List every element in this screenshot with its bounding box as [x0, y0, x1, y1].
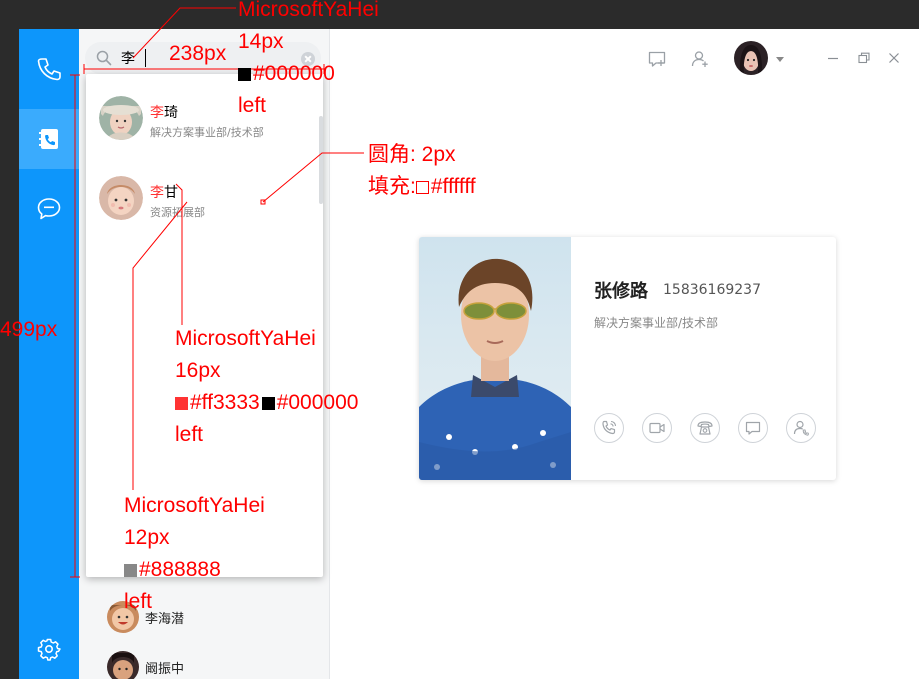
annotation-radius: 圆角: 2px [368, 143, 456, 166]
color-swatch [415, 181, 429, 194]
annotation-top-spec: MicrosoftYaHei 14px #000000 left [238, 0, 379, 122]
annotation-color: #000000 [238, 58, 379, 90]
annotation-dropdown-spec: 圆角: 2px 填充: #ffffff [368, 139, 476, 203]
annotation-size: 12px [124, 526, 170, 549]
annotation-fill: 填充: #ffffff [368, 175, 476, 198]
color-swatch [238, 68, 251, 81]
color-swatch [175, 397, 188, 410]
screenshot-stage: 李海潜 阚振中 [0, 0, 919, 679]
annotation-name-spec: MicrosoftYaHei 16px #ff3333 #000000 left [175, 323, 358, 451]
annotation-dept-spec: MicrosoftYaHei 12px #888888 left [124, 490, 265, 618]
annotation-color: #ff3333 #000000 [175, 387, 358, 419]
color-swatch [261, 397, 275, 410]
annotation-align: left [238, 94, 267, 117]
annotation-size: 16px [175, 359, 221, 382]
annotation-font: MicrosoftYaHei [175, 327, 316, 350]
annotation-width: 238px [169, 42, 227, 65]
annotation-height: 499px [0, 318, 58, 341]
annotation-size: 14px [238, 30, 284, 53]
annotation-align: left [124, 590, 153, 613]
annotation-font: MicrosoftYaHei [238, 0, 379, 21]
color-swatch [124, 564, 137, 577]
annotation-color: #888888 [124, 554, 265, 586]
annotation-font: MicrosoftYaHei [124, 494, 265, 517]
annotation-align: left [175, 423, 204, 446]
